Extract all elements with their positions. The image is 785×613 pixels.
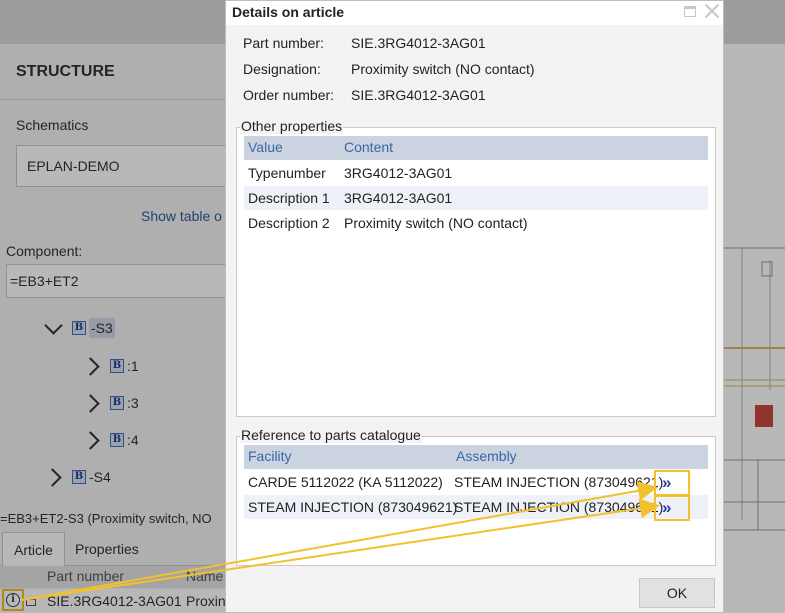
table-row[interactable]: Description 2 Proximity switch (NO conta… [244, 211, 708, 235]
table-row[interactable]: CARDE 5112022 (KA 5112022) STEAM INJECTI… [244, 470, 708, 494]
cell-value: Description 2 [248, 215, 330, 231]
column-header-facility: Facility [248, 448, 292, 464]
part-number-label: Part number: [243, 35, 324, 51]
other-properties-group: Other properties Value Content Typenumbe… [236, 118, 716, 417]
dialog-body: Part number: SIE.3RG4012-3AG01 Designati… [226, 25, 723, 612]
goto-assembly-button[interactable]: » [654, 470, 690, 496]
double-chevron-right-icon: » [662, 498, 672, 517]
ok-button[interactable]: OK [639, 578, 715, 608]
designation-value: Proximity switch (NO contact) [351, 61, 535, 77]
parts-catalogue-legend: Reference to parts catalogue [240, 427, 422, 443]
cell-facility: STEAM INJECTION (873049621) [248, 499, 458, 515]
cell-assembly: STEAM INJECTION (873049621) [454, 474, 664, 490]
parts-catalogue-group: Reference to parts catalogue Facility As… [236, 427, 716, 566]
cell-facility: CARDE 5112022 (KA 5112022) [248, 474, 443, 490]
other-properties-legend: Other properties [240, 118, 344, 134]
table-row[interactable]: Typenumber 3RG4012-3AG01 [244, 161, 708, 185]
cell-content: 3RG4012-3AG01 [344, 165, 453, 181]
order-number-label: Order number: [243, 87, 335, 103]
column-header-content: Content [344, 139, 394, 155]
article-details-dialog: Details on article Part number: SIE.3RG4… [225, 0, 724, 613]
cell-value: Typenumber [248, 165, 326, 181]
goto-assembly-button[interactable]: » [654, 495, 690, 521]
column-header-assembly: Assembly [456, 448, 517, 464]
cell-content: Proximity switch (NO contact) [344, 215, 528, 231]
cell-content: 3RG4012-3AG01 [344, 190, 453, 206]
other-properties-header: Value Content [244, 136, 708, 160]
cell-value: Description 1 [248, 190, 330, 206]
order-number-value: SIE.3RG4012-3AG01 [351, 87, 486, 103]
parts-catalogue-header: Facility Assembly [244, 445, 708, 469]
dialog-titlebar: Details on article [226, 1, 723, 25]
close-icon[interactable] [704, 3, 720, 19]
part-number-value: SIE.3RG4012-3AG01 [351, 35, 486, 51]
maximize-icon[interactable] [684, 6, 696, 17]
table-row[interactable]: Description 1 3RG4012-3AG01 [244, 186, 708, 210]
double-chevron-right-icon: » [662, 473, 672, 492]
designation-label: Designation: [243, 61, 321, 77]
table-row[interactable]: STEAM INJECTION (873049621) STEAM INJECT… [244, 495, 708, 519]
dialog-title: Details on article [232, 4, 345, 20]
cell-assembly: STEAM INJECTION (873049621) [454, 499, 664, 515]
column-header-value: Value [248, 139, 283, 155]
